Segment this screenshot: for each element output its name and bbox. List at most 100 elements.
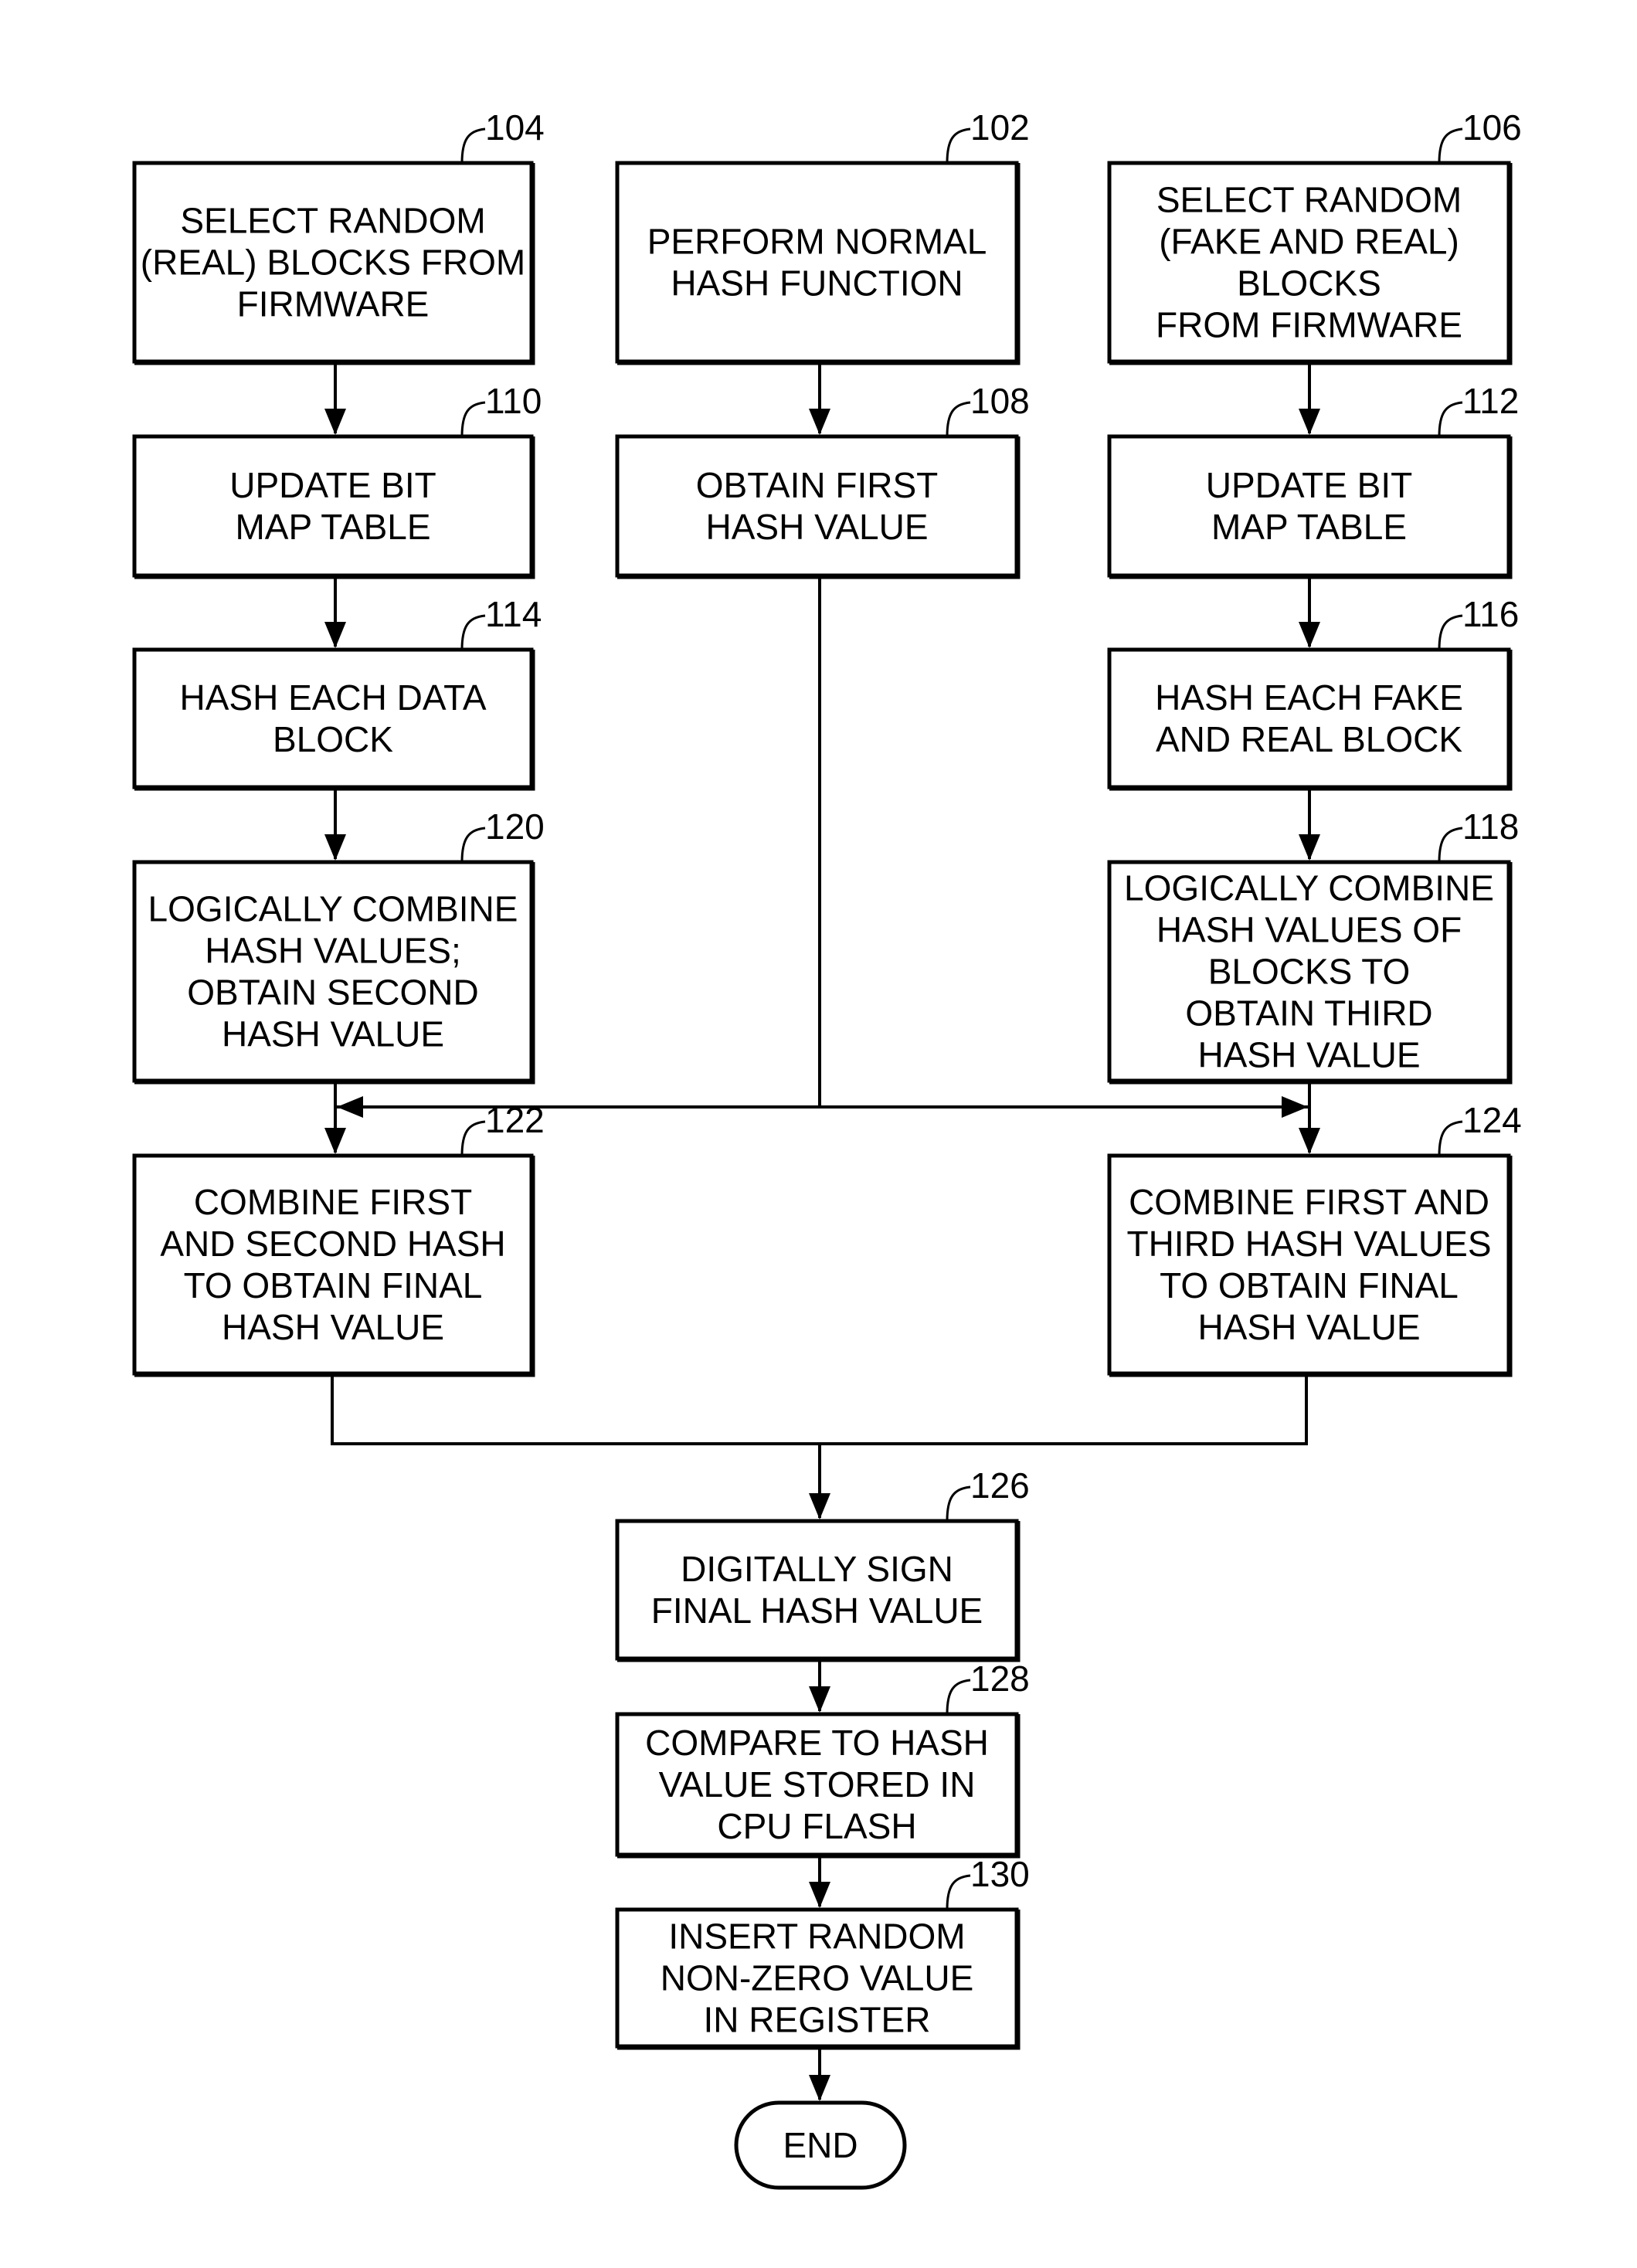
process-box-124: COMBINE FIRST ANDTHIRD HASH VALUESTO OBT… [1107,1100,1522,1377]
reference-numeral: 102 [970,107,1030,148]
arrowhead-down [809,2075,830,2101]
reference-leader [946,401,971,437]
reference-numeral: 114 [485,594,542,634]
reference-numeral: 120 [485,806,545,847]
box-text-line: BLOCK [273,719,393,759]
box-text-line: AND REAL BLOCK [1156,719,1462,759]
reference-numeral: 110 [485,381,542,421]
box-text-line: COMBINE FIRST [194,1182,472,1222]
reference-numeral: 130 [970,1854,1030,1894]
arrowhead-down [1299,409,1320,435]
reference-leader [946,127,971,164]
box-text-line: UPDATE BIT [1206,465,1413,505]
box-text-line: VALUE STORED IN [659,1764,976,1805]
reference-leader [460,127,486,164]
reference-numeral: 122 [485,1100,545,1140]
box-text-line: HASH EACH DATA [179,677,486,718]
box-outline [615,161,1019,364]
box-text-line: MAP TABLE [1211,507,1407,547]
box-text-line: FIRMWARE [237,284,430,324]
box-outline [1107,647,1511,789]
arrowhead-left [337,1096,363,1118]
box-text-line: (REAL) BLOCKS FROM [141,243,525,283]
box-text-line: HASH VALUES OF [1156,910,1462,950]
reference-leader [1438,127,1463,164]
reference-leader [1438,827,1463,863]
box-text-line: SELECT RANDOM [1156,180,1462,220]
reference-numeral: 112 [1462,381,1519,421]
reference-leader [460,401,486,437]
arrowhead-right [1282,1096,1308,1118]
terminal-label: END [783,2125,858,2165]
box-text-line: CPU FLASH [717,1806,916,1846]
reference-numeral: 126 [970,1465,1030,1506]
box-text-line: FINAL HASH VALUE [651,1591,983,1631]
reference-leader [946,1874,971,1910]
box-outline [132,647,534,789]
reference-numeral: 128 [970,1659,1030,1699]
reference-numeral: 116 [1462,594,1519,634]
reference-leader [460,827,486,863]
box-outline [1107,434,1511,578]
box-outline [132,434,534,578]
box-text-line: LOGICALLY COMBINE [148,889,518,929]
reference-numeral: 124 [1462,1100,1522,1140]
arrowhead-down [324,1128,346,1154]
box-text-line: (FAKE AND REAL) [1159,222,1459,262]
arrowhead-down [809,1493,830,1519]
box-outline [615,1519,1019,1661]
box-text-line: BLOCKS TO [1208,952,1411,992]
process-box-104: SELECT RANDOM(REAL) BLOCKS FROMFIRMWARE 1… [132,107,545,365]
reference-leader [460,1120,486,1156]
reference-numeral: 118 [1462,806,1519,847]
arrowhead-down [1299,1128,1320,1154]
reference-numeral: 104 [485,107,545,148]
process-box-106: SELECT RANDOM(FAKE AND REAL)BLOCKSFROM F… [1107,107,1522,365]
box-text-line: TO OBTAIN FINAL [1160,1265,1459,1305]
arrowhead-down [324,409,346,435]
box-text-line: SELECT RANDOM [180,201,485,241]
box-text-line: OBTAIN THIRD [1185,993,1432,1034]
box-outline [615,434,1019,578]
box-text-line: HASH EACH FAKE [1155,677,1463,718]
arrowhead-down [324,834,346,861]
box-text-line: UPDATE BIT [229,465,436,505]
box-text-line: MAP TABLE [235,507,430,547]
arrowhead-down [809,1686,830,1713]
arrowhead-down [809,1882,830,1908]
box-text-line: OBTAIN FIRST [696,465,939,505]
box-text-line: HASH VALUE [222,1307,444,1347]
box-text-line: COMBINE FIRST AND [1129,1182,1489,1222]
reference-leader [1438,614,1463,650]
box-text-line: AND SECOND HASH [160,1224,505,1264]
end-terminal: END [734,2100,907,2190]
reference-numeral: 106 [1462,107,1522,148]
box-text-line: THIRD HASH VALUES [1126,1224,1491,1264]
arrowhead-down [1299,622,1320,648]
box-text-line: IN REGISTER [704,2000,931,2040]
reference-leader [946,1679,971,1715]
box-text-line: HASH VALUE [705,507,928,547]
box-text-line: DIGITALLY SIGN [681,1549,953,1589]
arrowhead-down [809,409,830,435]
edge-merge [331,1375,1308,1445]
box-text-line: OBTAIN SECOND [187,973,478,1013]
box-text-line: BLOCKS [1237,263,1381,304]
reference-numeral: 108 [970,381,1030,421]
reference-leader [946,1485,971,1522]
box-text-line: TO OBTAIN FINAL [184,1265,483,1305]
reference-leader [1438,1120,1463,1156]
box-text-line: INSERT RANDOM [668,1917,965,1957]
box-text-line: PERFORM NORMAL [647,222,987,262]
box-text-line: HASH FUNCTION [671,263,963,304]
arrowhead-down [1299,834,1320,861]
box-text-line: LOGICALLY COMBINE [1124,868,1494,908]
reference-leader [1438,401,1463,437]
box-text-line: NON-ZERO VALUE [661,1958,974,1998]
box-text-line: HASH VALUE [1197,1035,1420,1075]
box-text-line: HASH VALUES; [205,931,460,971]
box-text-line: FROM FIRMWARE [1156,305,1462,345]
box-text-line: HASH VALUE [222,1014,444,1054]
reference-leader [460,614,486,650]
box-text-line: COMPARE TO HASH [645,1723,989,1763]
